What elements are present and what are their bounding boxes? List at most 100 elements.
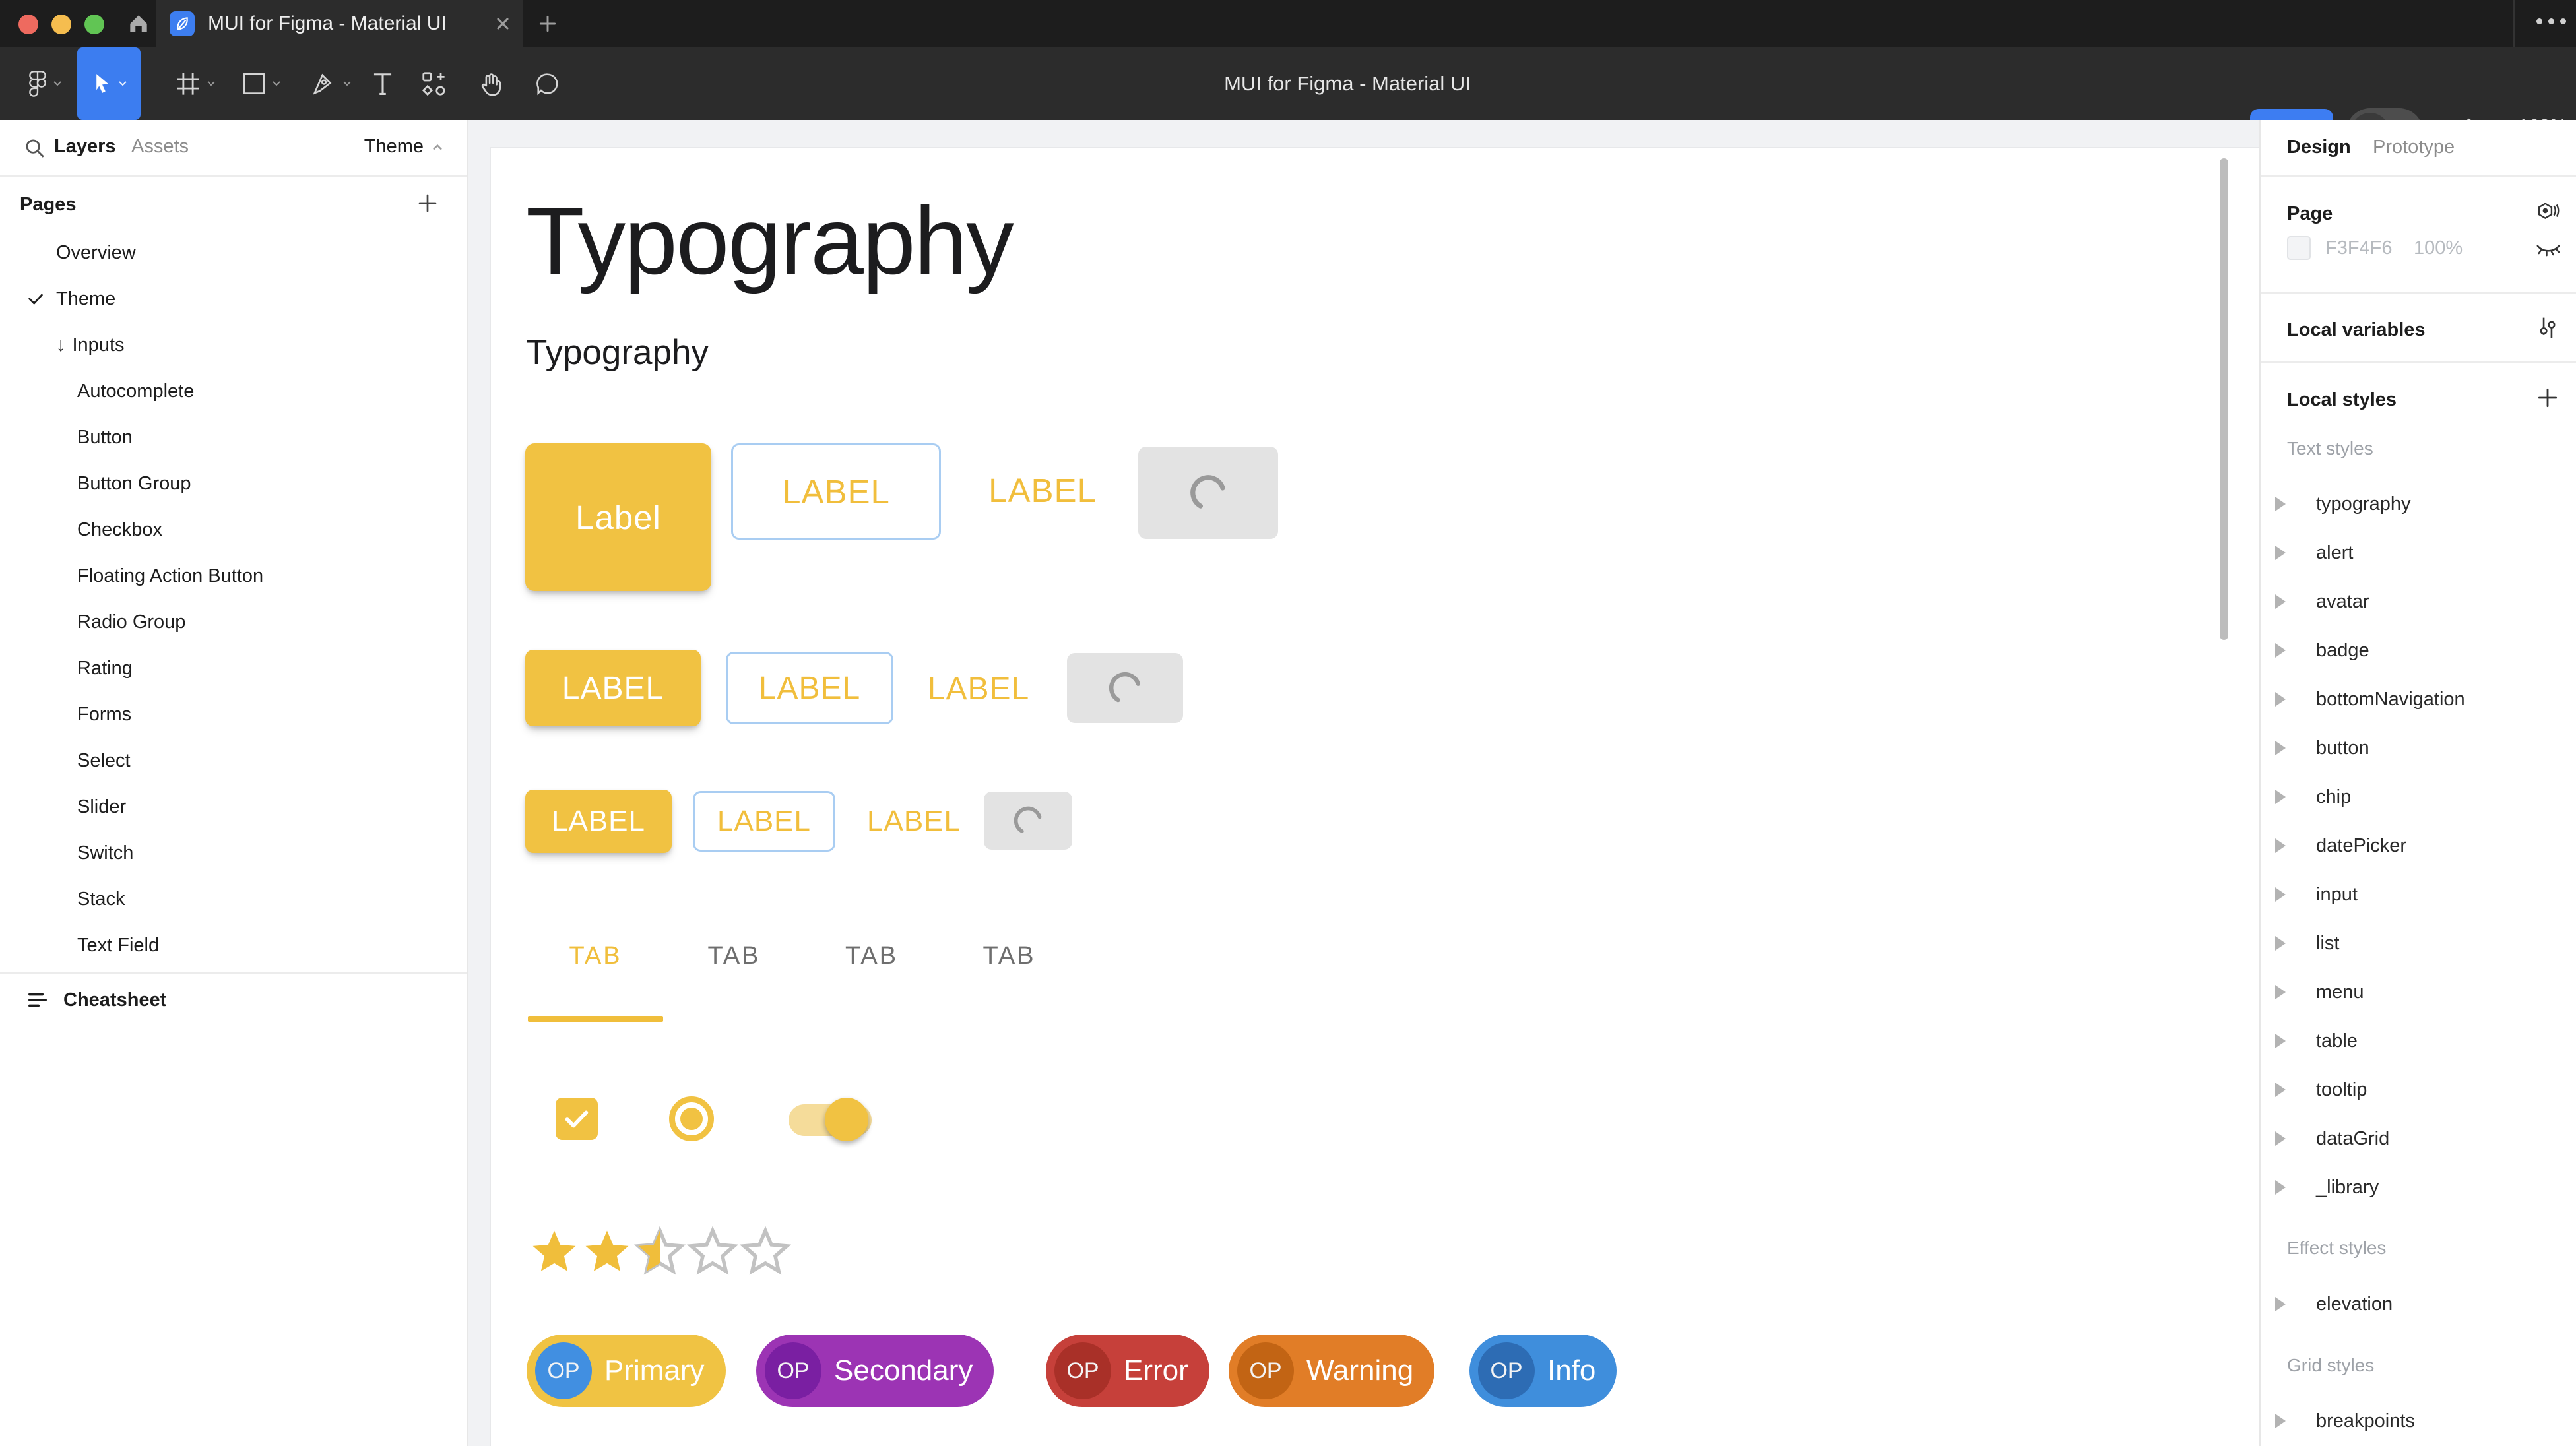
switch-thumb[interactable] bbox=[825, 1098, 868, 1141]
tab-overflow-menu[interactable] bbox=[2536, 18, 2566, 24]
disclosure-triangle-icon[interactable] bbox=[2275, 887, 2286, 902]
disclosure-triangle-icon[interactable] bbox=[2275, 985, 2286, 999]
minimize-window-button[interactable] bbox=[51, 15, 71, 34]
style-item[interactable]: menu bbox=[2261, 968, 2576, 1017]
style-item[interactable]: tooltip bbox=[2261, 1065, 2576, 1114]
style-item[interactable]: input bbox=[2261, 870, 2576, 919]
page-fill-opacity[interactable]: 100% bbox=[2414, 237, 2463, 259]
text-button-large[interactable]: LABEL bbox=[977, 454, 1109, 526]
page-list-item[interactable]: ↓ Inputs bbox=[0, 322, 467, 368]
loading-button-small[interactable] bbox=[984, 792, 1072, 850]
star-icon[interactable] bbox=[740, 1225, 791, 1276]
style-item[interactable]: typography bbox=[2261, 480, 2576, 528]
contained-button-small[interactable]: LABEL bbox=[525, 790, 672, 853]
page-list-item[interactable]: Checkbox bbox=[0, 507, 467, 553]
loading-button-large[interactable] bbox=[1138, 447, 1278, 539]
move-tool-selected[interactable] bbox=[77, 47, 141, 120]
page-list-item[interactable]: Rating bbox=[0, 645, 467, 691]
page-list-item[interactable]: Theme bbox=[0, 276, 467, 322]
search-icon[interactable] bbox=[24, 137, 46, 160]
hand-tool[interactable] bbox=[470, 47, 512, 120]
tab-item-4[interactable]: TAB bbox=[938, 930, 1080, 982]
disclosure-triangle-icon[interactable] bbox=[2275, 1297, 2286, 1311]
loading-button-medium[interactable] bbox=[1067, 653, 1183, 723]
style-item[interactable]: elevation bbox=[2261, 1280, 2576, 1329]
close-window-button[interactable] bbox=[18, 15, 38, 34]
resources-tool[interactable] bbox=[413, 47, 455, 120]
disclosure-triangle-icon[interactable] bbox=[2275, 643, 2286, 658]
rating-stars[interactable] bbox=[529, 1225, 791, 1276]
disclosure-triangle-icon[interactable] bbox=[2275, 1414, 2286, 1428]
sliders-icon[interactable] bbox=[2535, 315, 2560, 340]
tab-item-3[interactable]: TAB bbox=[802, 930, 942, 982]
tab-item-2[interactable]: TAB bbox=[663, 930, 805, 982]
chip[interactable]: OP Secondary bbox=[756, 1335, 994, 1407]
style-item[interactable]: dataGrid bbox=[2261, 1114, 2576, 1163]
plus-icon[interactable] bbox=[2535, 385, 2560, 410]
chip[interactable]: OP Warning bbox=[1229, 1335, 1434, 1407]
disclosure-triangle-icon[interactable] bbox=[2275, 497, 2286, 511]
disclosure-triangle-icon[interactable] bbox=[2275, 838, 2286, 853]
figma-menu-button[interactable] bbox=[16, 47, 75, 120]
page-list-item[interactable]: Switch bbox=[0, 830, 467, 876]
outlined-button-large[interactable]: LABEL bbox=[731, 443, 941, 540]
zoom-window-button[interactable] bbox=[84, 15, 104, 34]
contained-button-medium[interactable]: LABEL bbox=[525, 650, 701, 726]
disclosure-triangle-icon[interactable] bbox=[2275, 594, 2286, 609]
close-tab-button[interactable] bbox=[494, 15, 512, 33]
canvas-viewport[interactable]: Typography Typography Label LABEL LABEL … bbox=[468, 120, 2259, 1446]
page-switcher[interactable]: Theme bbox=[364, 136, 443, 158]
star-icon[interactable] bbox=[529, 1225, 580, 1276]
contained-button-large[interactable]: Label bbox=[525, 443, 711, 591]
radio-button-selected[interactable] bbox=[669, 1096, 714, 1141]
disclosure-triangle-icon[interactable] bbox=[2275, 1034, 2286, 1048]
style-item[interactable]: list bbox=[2261, 919, 2576, 968]
page-styles-icon[interactable] bbox=[2535, 201, 2560, 226]
pen-tool[interactable] bbox=[296, 47, 368, 120]
sidebar-item-cheatsheet[interactable]: Cheatsheet bbox=[0, 977, 467, 1023]
page-list-item[interactable]: Select bbox=[0, 738, 467, 784]
home-button[interactable] bbox=[123, 9, 154, 38]
style-item[interactable]: bottomNavigation bbox=[2261, 675, 2576, 724]
outlined-button-small[interactable]: LABEL bbox=[693, 791, 835, 852]
outlined-button-medium[interactable]: LABEL bbox=[726, 652, 893, 724]
add-page-button[interactable] bbox=[416, 191, 439, 215]
checkbox-checked[interactable] bbox=[556, 1098, 598, 1140]
text-tool[interactable] bbox=[362, 47, 404, 120]
disclosure-triangle-icon[interactable] bbox=[2275, 546, 2286, 560]
tab-assets[interactable]: Assets bbox=[131, 136, 189, 158]
disclosure-triangle-icon[interactable] bbox=[2275, 1131, 2286, 1146]
style-item[interactable]: datePicker bbox=[2261, 821, 2576, 870]
tab-design[interactable]: Design bbox=[2287, 137, 2351, 158]
frame-tool[interactable] bbox=[160, 47, 232, 120]
tab-layers[interactable]: Layers bbox=[54, 136, 116, 158]
page-list-item[interactable]: Floating Action Button bbox=[0, 553, 467, 599]
star-icon[interactable] bbox=[687, 1225, 738, 1276]
disclosure-triangle-icon[interactable] bbox=[2275, 936, 2286, 951]
disclosure-triangle-icon[interactable] bbox=[2275, 1083, 2286, 1097]
page-fill-swatch[interactable] bbox=[2287, 236, 2311, 260]
shape-tool[interactable] bbox=[226, 47, 298, 120]
eye-closed-icon[interactable] bbox=[2535, 240, 2561, 260]
new-tab-button[interactable] bbox=[532, 9, 564, 38]
tab-item-1[interactable]: TAB bbox=[528, 930, 663, 982]
page-fill-hex[interactable]: F3F4F6 bbox=[2325, 237, 2393, 259]
file-tab[interactable]: MUI for Figma - Material UI bbox=[156, 0, 523, 47]
page-list-item[interactable]: Stack bbox=[0, 876, 467, 922]
page-list-item[interactable]: Text Field bbox=[0, 922, 467, 968]
style-item[interactable]: chip bbox=[2261, 772, 2576, 821]
page-list-item[interactable]: Radio Group bbox=[0, 599, 467, 645]
chip[interactable]: OP Primary bbox=[527, 1335, 726, 1407]
style-item[interactable]: avatar bbox=[2261, 577, 2576, 626]
style-item[interactable]: _library bbox=[2261, 1163, 2576, 1212]
text-button-small[interactable]: LABEL bbox=[864, 793, 963, 850]
page-list-item[interactable]: Button Group bbox=[0, 460, 467, 507]
style-item[interactable]: badge bbox=[2261, 626, 2576, 675]
canvas-vertical-scrollbar[interactable] bbox=[2220, 158, 2228, 640]
star-icon[interactable] bbox=[634, 1225, 686, 1276]
page-list-item[interactable]: Slider bbox=[0, 784, 467, 830]
style-item[interactable]: breakpoints bbox=[2261, 1397, 2576, 1445]
chip[interactable]: OP Error bbox=[1046, 1335, 1209, 1407]
style-item[interactable]: table bbox=[2261, 1017, 2576, 1065]
tab-prototype[interactable]: Prototype bbox=[2373, 137, 2455, 158]
